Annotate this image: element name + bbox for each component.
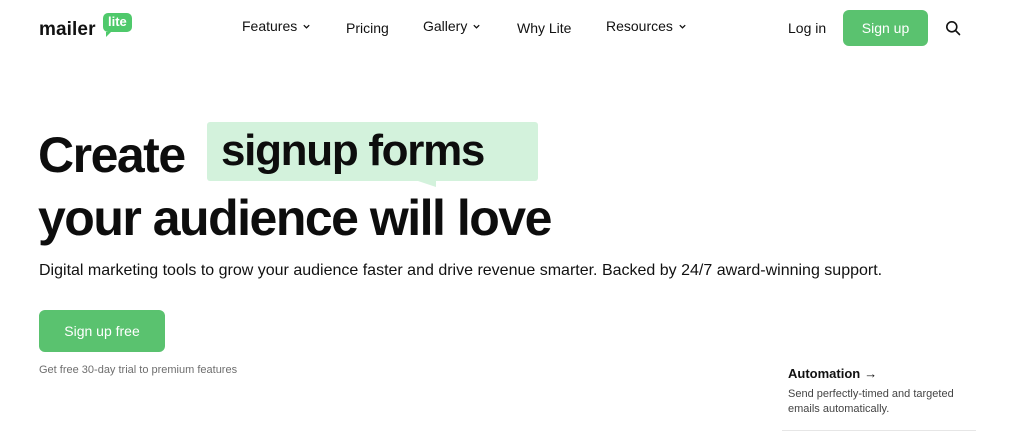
chevron-down-icon: [303, 24, 310, 29]
headline-line-1: Create: [38, 127, 186, 183]
trial-note: Get free 30-day trial to premium feature…: [39, 364, 238, 376]
chevron-down-icon: [473, 24, 481, 29]
nav-item-gallery[interactable]: Gallery: [423, 18, 481, 34]
nav-item-label: Why Lite: [517, 20, 572, 36]
signup-free-button[interactable]: Sign up free: [39, 310, 165, 352]
nav-item-features[interactable]: Features: [242, 18, 311, 34]
hero-subtitle: Digital marketing tools to grow your aud…: [39, 262, 883, 279]
feature-card-link[interactable]: Automation →: [788, 366, 978, 381]
nav-item-label: Resources: [606, 18, 673, 34]
nav-item-resources[interactable]: Resources: [606, 18, 687, 34]
nav-item-pricing[interactable]: Pricing: [346, 20, 389, 36]
mailerlite-logo[interactable]: mailer lite: [39, 13, 139, 43]
divider: [782, 430, 976, 431]
arrow-right-icon: →: [864, 366, 878, 381]
search-icon[interactable]: [945, 20, 961, 36]
nav-item-label: Pricing: [346, 20, 389, 36]
top-navigation: mailer lite Features Pricing Gallery Why…: [0, 0, 1024, 56]
chevron-down-icon: [679, 24, 686, 29]
logo-badge: lite: [103, 13, 132, 37]
headline-line-2: your audience will love: [38, 190, 552, 246]
feature-card-description: Send perfectly-timed and targeted emails…: [788, 388, 954, 415]
feature-card-title: Automation: [788, 366, 861, 381]
login-link[interactable]: Log in: [788, 20, 826, 36]
nav-item-why-lite[interactable]: Why Lite: [517, 20, 571, 36]
nav-item-label: Gallery: [423, 18, 468, 34]
signup-button[interactable]: Sign up: [843, 10, 928, 46]
nav-item-label: Features: [242, 18, 298, 34]
feature-card-automation: Automation → Send perfectly-timed and ta…: [788, 366, 978, 417]
headline-highlight-text: signup forms: [221, 126, 485, 175]
logo-wordmark: mailer: [39, 19, 96, 40]
